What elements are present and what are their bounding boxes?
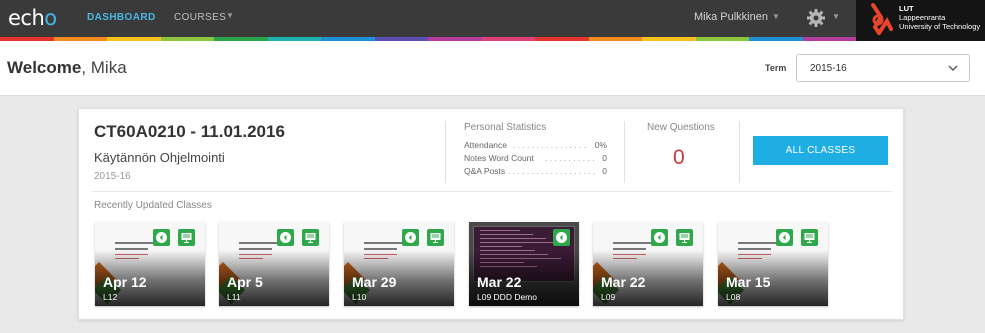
all-classes-button[interactable]: ALL CLASSES — [753, 136, 888, 165]
video-play-icon[interactable] — [776, 229, 793, 246]
user-menu[interactable]: Mika Pulkkinen — [694, 11, 768, 23]
welcome-name: , Mika — [81, 58, 127, 77]
presentation-icon[interactable] — [178, 229, 195, 246]
course-card: CT60A0210 - 11.01.2016 Käytännön Ohjelmo… — [78, 108, 904, 320]
stat-label: Q&A Posts — [464, 166, 506, 176]
class-date: Apr 5 — [227, 274, 263, 290]
recently-updated-title: Recently Updated Classes — [94, 200, 212, 211]
term-label: Term — [765, 63, 787, 73]
class-date: Mar 29 — [352, 274, 397, 290]
stat-value: 0% — [594, 140, 607, 150]
class-date: Mar 15 — [726, 274, 771, 290]
class-thumbnail[interactable]: Apr 12 L12 — [95, 222, 205, 306]
class-date: Apr 12 — [103, 274, 147, 290]
nav-courses[interactable]: COURSES — [174, 12, 226, 23]
settings-caret-icon[interactable]: ▼ — [832, 12, 840, 21]
presentation-icon[interactable] — [676, 229, 693, 246]
stat-label: Notes Word Count — [464, 153, 534, 163]
video-play-icon[interactable] — [402, 229, 419, 246]
video-play-icon[interactable] — [651, 229, 668, 246]
term-value: 2015-16 — [810, 63, 847, 74]
new-questions-title: New Questions — [647, 122, 715, 133]
user-caret-icon[interactable]: ▼ — [772, 12, 780, 21]
logo-accent: o — [44, 6, 57, 30]
university-logo: LUT Lappeenranta University of Technolog… — [856, 0, 985, 41]
video-play-icon[interactable] — [553, 229, 570, 246]
class-label: L09 — [601, 292, 616, 302]
stat-value: 0 — [602, 166, 607, 176]
personal-statistics-title: Personal Statistics — [464, 122, 547, 133]
welcome-bar: Welcome, Mika Term 2015-16 — [0, 41, 985, 96]
logo-text: ech — [8, 6, 45, 30]
course-term: 2015-16 — [94, 171, 131, 182]
video-play-icon[interactable] — [153, 229, 170, 246]
nav-dashboard[interactable]: DASHBOARD — [87, 12, 156, 23]
class-label: L12 — [103, 292, 118, 302]
class-date: Mar 22 — [601, 274, 646, 290]
stat-qa-posts: Q&A Posts . . . . . . . . . . . . . . . … — [464, 166, 607, 178]
stat-value: 0 — [602, 153, 607, 163]
welcome-message: Welcome, Mika — [7, 58, 127, 78]
class-label: L11 — [227, 292, 241, 302]
divider — [739, 121, 740, 183]
brand-line: LUT — [899, 4, 914, 13]
brand-line: Lappeenranta — [899, 13, 946, 22]
presentation-icon[interactable] — [302, 229, 319, 246]
class-thumbnail[interactable]: Mar 15 L08 — [718, 222, 828, 306]
presentation-icon[interactable] — [427, 229, 444, 246]
stat-leader: . . . . . . . . . . . . . . . . . . . — [513, 140, 589, 150]
class-label: L08 — [726, 292, 741, 302]
divider — [445, 121, 446, 183]
class-label: L10 — [352, 292, 367, 302]
top-nav: echo DASHBOARD COURSES ▼ Mika Pulkkinen … — [0, 0, 985, 37]
course-code[interactable]: CT60A0210 - 11.01.2016 — [94, 122, 285, 142]
class-label: L09 DDD Demo — [477, 292, 537, 302]
term-select[interactable]: 2015-16 — [796, 54, 970, 82]
stat-attendance: Attendance . . . . . . . . . . . . . . .… — [464, 140, 607, 152]
divider — [624, 121, 625, 183]
class-thumbnail[interactable]: Apr 5 L11 — [219, 222, 329, 306]
class-thumbnail[interactable]: Mar 29 L10 — [344, 222, 454, 306]
lut-logo-text: LUT Lappeenranta University of Technolog… — [899, 4, 980, 31]
gear-icon[interactable] — [806, 8, 826, 28]
courses-caret-icon[interactable]: ▼ — [226, 11, 234, 20]
lut-logo-mark — [871, 3, 893, 35]
section-divider — [92, 191, 892, 192]
stat-label: Attendance — [464, 140, 508, 150]
presentation-icon[interactable] — [801, 229, 818, 246]
class-thumbnail[interactable]: Mar 22 L09 DDD Demo — [469, 222, 579, 306]
stat-leader: . . . . . . . . . . . . . — [545, 153, 597, 163]
course-name: Käytännön Ohjelmointi — [94, 150, 225, 165]
video-play-icon[interactable] — [277, 229, 294, 246]
stat-notes-word-count: Notes Word Count . . . . . . . . . . . .… — [464, 153, 607, 165]
class-date: Mar 22 — [477, 274, 522, 290]
class-thumbnail[interactable]: Mar 22 L09 — [593, 222, 703, 306]
echo-logo[interactable]: echo — [8, 6, 57, 30]
brand-line: University of Technology — [899, 22, 981, 31]
new-questions-count[interactable]: 0 — [673, 146, 685, 170]
stat-leader: . . . . . . . . . . . . . . . . . . . . … — [508, 166, 597, 176]
welcome-greeting: Welcome — [7, 58, 82, 77]
chevron-down-icon — [948, 65, 958, 71]
